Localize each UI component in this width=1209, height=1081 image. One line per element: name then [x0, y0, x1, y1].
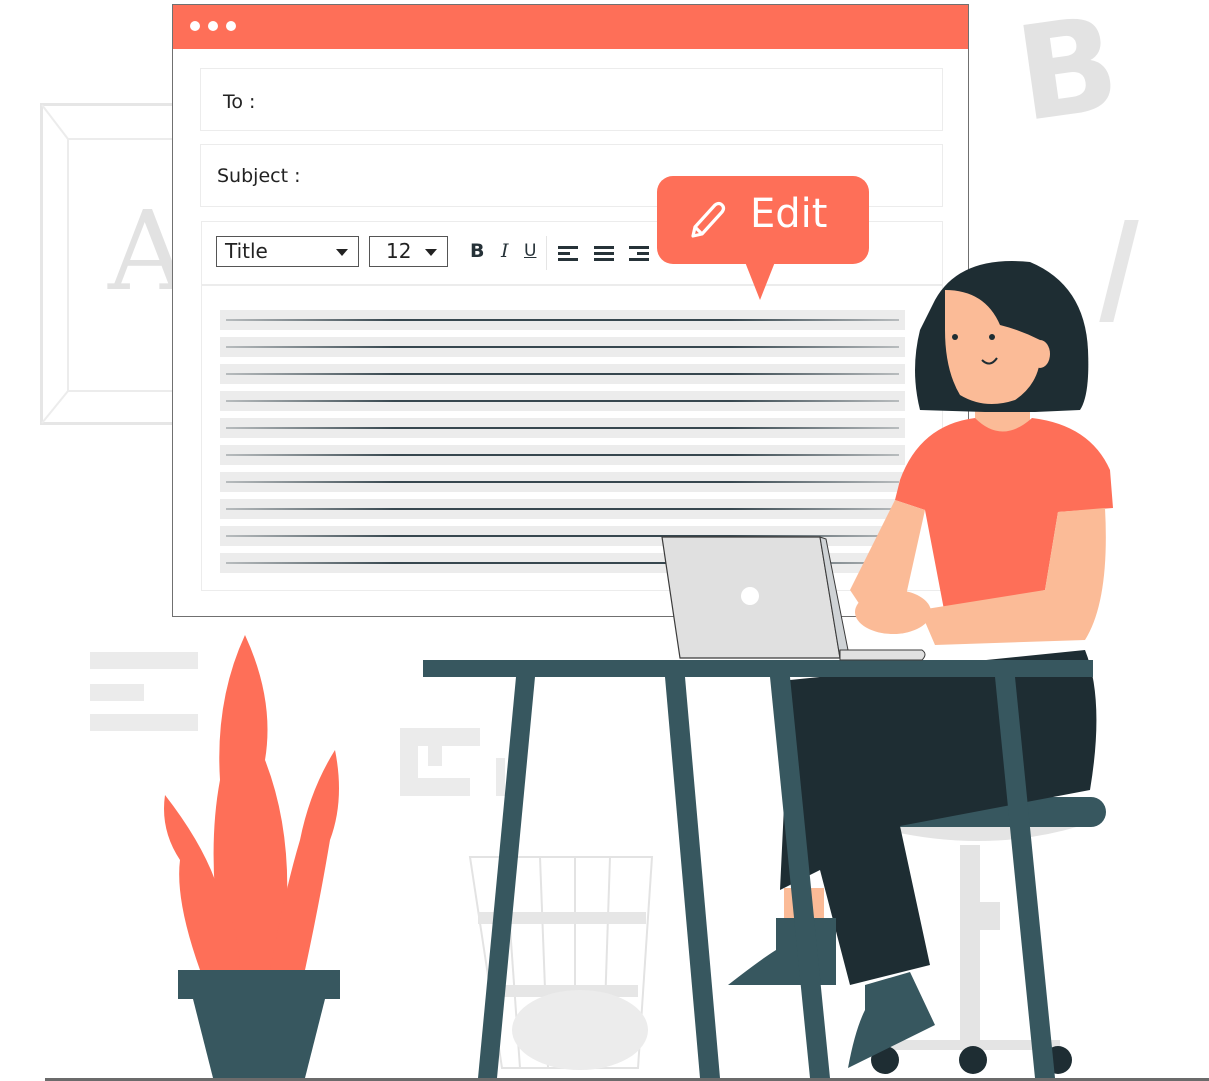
table-top	[423, 660, 1093, 677]
bin-paper	[512, 990, 648, 1070]
eye	[952, 334, 958, 340]
arm-left	[850, 500, 925, 605]
shoe-left	[728, 918, 836, 985]
illustration	[164, 261, 1113, 1078]
chair-post	[960, 845, 980, 1045]
chair-wheel	[959, 1046, 987, 1074]
table-leg	[665, 677, 720, 1078]
plant-pot	[193, 999, 325, 1078]
ear	[1030, 340, 1050, 368]
eye	[989, 334, 995, 340]
laptop-base	[839, 649, 926, 661]
plant-leaves	[164, 635, 339, 970]
laptop-logo	[741, 587, 759, 605]
hands	[855, 590, 931, 634]
plant-pot-rim	[178, 970, 340, 999]
